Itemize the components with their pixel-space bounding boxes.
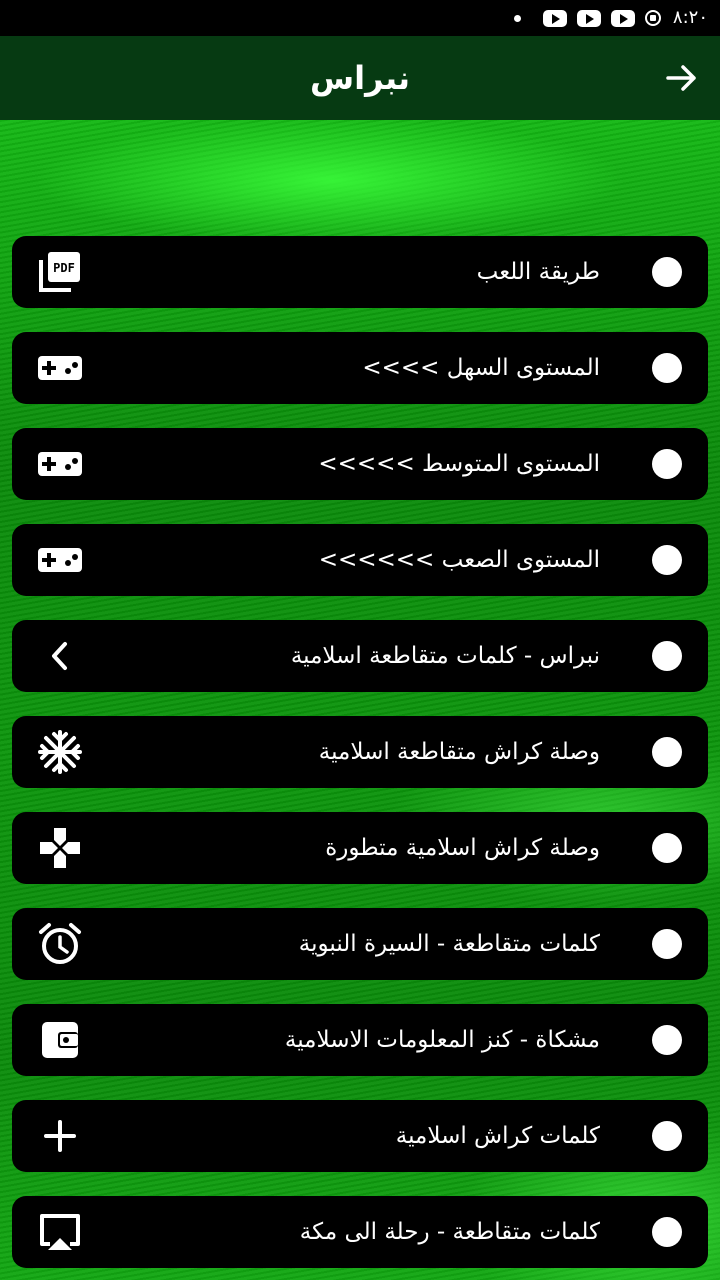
svg-text:PDF: PDF	[53, 261, 75, 275]
notification-icons	[514, 8, 661, 28]
radio-button[interactable]	[652, 1025, 682, 1055]
plus-icon	[38, 1114, 82, 1158]
menu-item-label: نبراس - كلمات متقاطعة اسلامية	[290, 643, 600, 669]
menu-item-label: وصلة كراش اسلامية متطورة	[325, 835, 600, 861]
dpad-icon	[38, 826, 82, 870]
menu-item-easy-level[interactable]: المستوى السهل >>>>	[12, 332, 708, 404]
menu-item-label: كلمات كراش اسلامية	[395, 1123, 600, 1149]
radio-button[interactable]	[652, 1121, 682, 1151]
menu-item-nebras-crossword[interactable]: نبراس - كلمات متقاطعة اسلامية	[12, 620, 708, 692]
menu-item-trip-to-mecca[interactable]: كلمات متقاطعة - رحلة الى مكة	[12, 1196, 708, 1268]
chevron-left-icon	[38, 634, 82, 678]
menu-item-label: المستوى الصعب >>>>>>	[318, 547, 600, 573]
menu-item-mishkat[interactable]: مشكاة - كنز المعلومات الاسلامية	[12, 1004, 708, 1076]
menu-item-prophet-biography[interactable]: كلمات متقاطعة - السيرة النبوية	[12, 908, 708, 980]
menu-item-advanced-crash[interactable]: وصلة كراش اسلامية متطورة	[12, 812, 708, 884]
screen-record-icon	[645, 10, 661, 26]
youtube-icon	[543, 9, 567, 27]
wallet-icon	[38, 1018, 82, 1062]
gamepad-icon	[38, 346, 82, 390]
menu-item-hard-level[interactable]: المستوى الصعب >>>>>>	[12, 524, 708, 596]
menu-item-crash-words[interactable]: كلمات كراش اسلامية	[12, 1100, 708, 1172]
snowflake-icon	[38, 730, 82, 774]
gamepad-icon	[38, 442, 82, 486]
menu-item-medium-level[interactable]: المستوى المتوسط >>>>>	[12, 428, 708, 500]
back-arrow-button[interactable]	[664, 60, 700, 96]
menu-item-label: طريقة اللعب	[476, 259, 600, 285]
radio-button[interactable]	[652, 833, 682, 863]
menu-item-label: كلمات متقاطعة - رحلة الى مكة	[299, 1219, 600, 1245]
menu-item-label: وصلة كراش متقاطعة اسلامية	[318, 739, 600, 765]
radio-button[interactable]	[652, 1217, 682, 1247]
menu-item-label: المستوى المتوسط >>>>>	[318, 451, 600, 477]
gamepad-icon	[38, 538, 82, 582]
radio-button[interactable]	[652, 641, 682, 671]
radio-button[interactable]	[652, 353, 682, 383]
page-title: نبراس	[309, 59, 411, 97]
radio-button[interactable]	[652, 545, 682, 575]
more-notifications-dot-icon	[514, 14, 521, 22]
pdf-icon: PDF	[38, 250, 82, 294]
menu-item-how-to-play[interactable]: طريقة اللعب PDF	[12, 236, 708, 308]
radio-button[interactable]	[652, 257, 682, 287]
airplay-icon	[38, 1210, 82, 1254]
arrow-right-icon	[666, 65, 696, 91]
status-time: ٨:٢٠	[672, 7, 708, 28]
radio-button[interactable]	[652, 929, 682, 959]
menu-item-label: المستوى السهل >>>>	[362, 355, 600, 381]
menu-item-label: كلمات متقاطعة - السيرة النبوية	[298, 931, 600, 957]
menu-item-label: مشكاة - كنز المعلومات الاسلامية	[284, 1027, 600, 1053]
app-toolbar: نبراس	[0, 36, 720, 120]
radio-button[interactable]	[652, 449, 682, 479]
status-bar: ٨:٢٠	[0, 0, 720, 36]
youtube-icon	[577, 9, 601, 27]
menu-item-crash-crossword[interactable]: وصلة كراش متقاطعة اسلامية	[12, 716, 708, 788]
radio-button[interactable]	[652, 737, 682, 767]
alarm-icon	[38, 922, 82, 966]
youtube-icon	[611, 9, 635, 27]
